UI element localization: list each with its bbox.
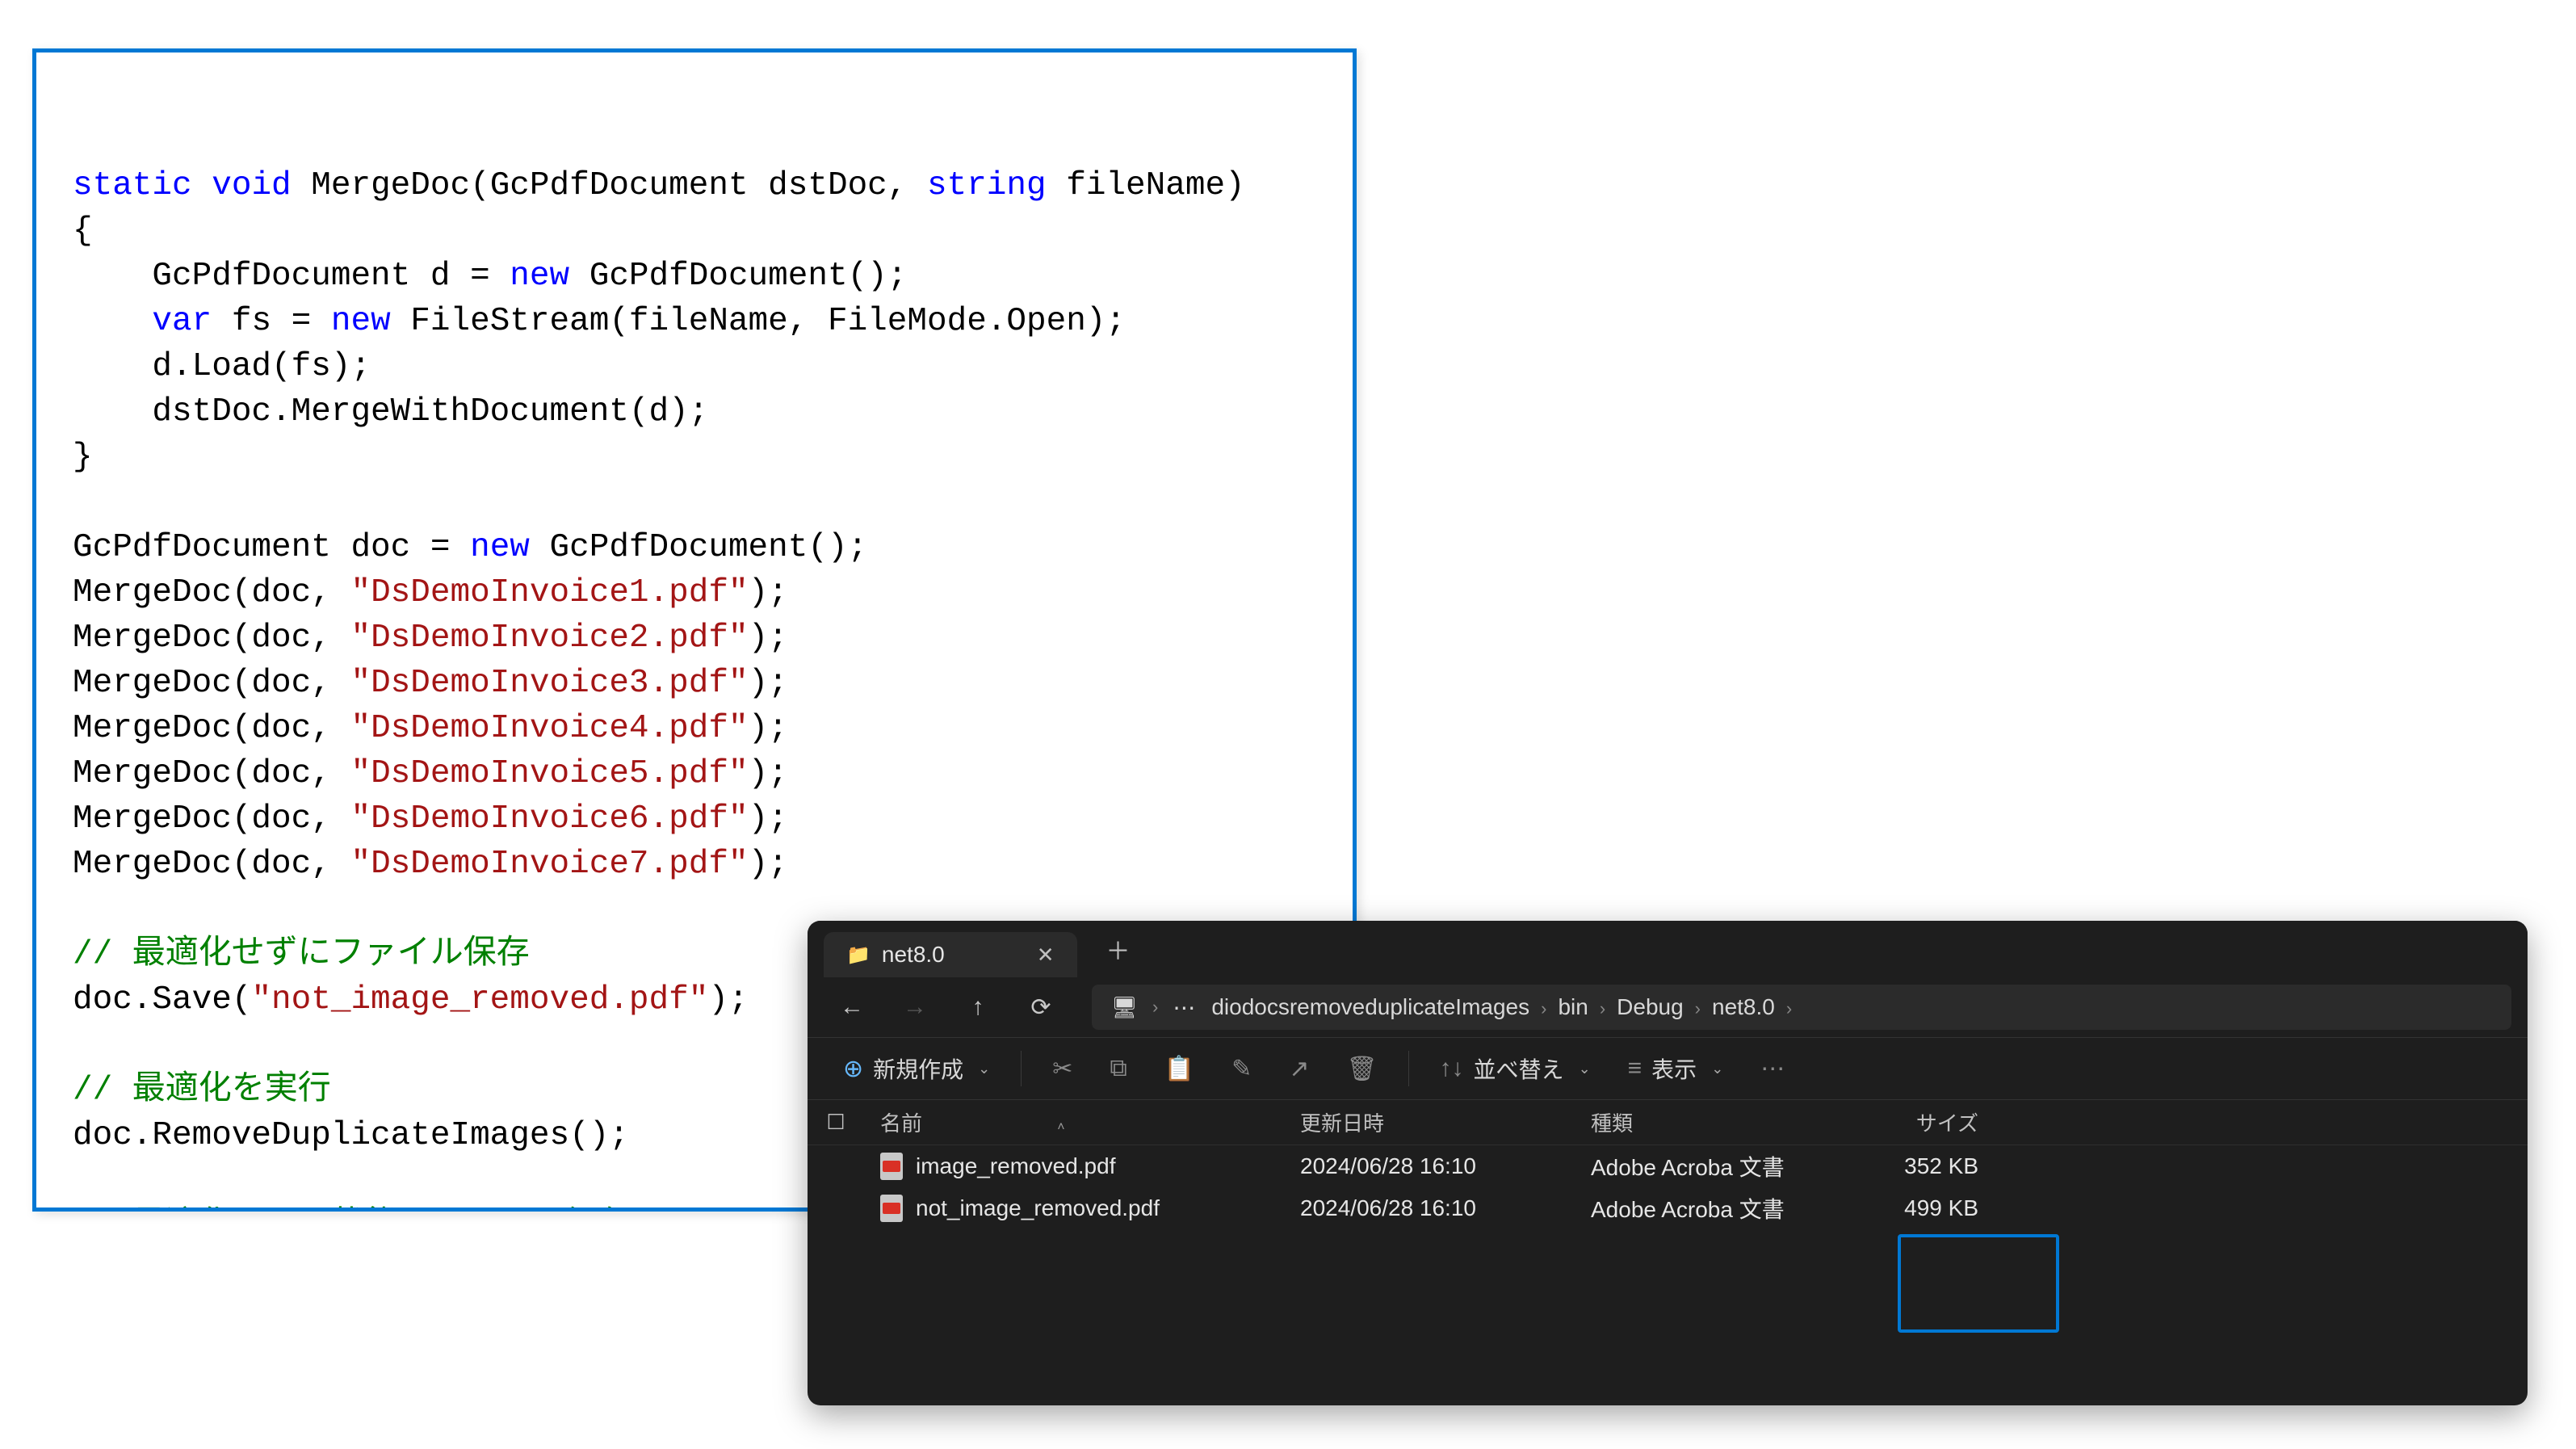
file-size: 352 KB: [1841, 1153, 1978, 1179]
file-list: image_removed.pdf 2024/06/28 16:10Adobe A…: [808, 1145, 2528, 1229]
sort-label: 並べ替え: [1474, 1052, 1564, 1085]
cut-icon: ✂: [1052, 1055, 1072, 1083]
pdf-file-icon: [880, 1153, 903, 1180]
column-date[interactable]: 更新日時: [1300, 1107, 1591, 1137]
tab-title: net8.0: [882, 942, 945, 968]
rename-button[interactable]: ✎: [1217, 1047, 1266, 1090]
pc-icon: 🖥: [1111, 995, 1138, 1020]
back-button[interactable]: ←: [824, 987, 880, 1027]
file-row[interactable]: not_image_removed.pdf 2024/06/28 16:10Ado…: [808, 1187, 2528, 1229]
new-label: 新規作成: [873, 1052, 963, 1085]
breadcrumb-segment[interactable]: diodocsremoveduplicateImages: [1205, 994, 1536, 1019]
more-button[interactable]: ⋯: [1746, 1047, 1799, 1090]
view-label: 表示: [1651, 1052, 1697, 1085]
close-tab-icon[interactable]: ✕: [1037, 943, 1055, 968]
breadcrumb-ellipsis[interactable]: ⋯: [1173, 994, 1195, 1021]
chevron-right-icon: ›: [1147, 997, 1163, 1018]
delete-button[interactable]: 🗑: [1332, 1047, 1391, 1090]
chevron-right-icon: ›: [1536, 998, 1551, 1018]
titlebar: 📁 net8.0 ✕ ＋: [808, 921, 2528, 977]
view-icon: ≡: [1628, 1055, 1643, 1082]
file-row[interactable]: image_removed.pdf 2024/06/28 16:10Adobe A…: [808, 1145, 2528, 1187]
new-tab-button[interactable]: ＋: [1106, 931, 1131, 967]
select-all-checkbox[interactable]: ☐: [808, 1110, 864, 1135]
folder-icon: 📁: [846, 943, 871, 967]
breadcrumb-bar[interactable]: 🖥 › ⋯ diodocsremoveduplicateImages›bin›D…: [1092, 985, 2511, 1030]
file-date: 2024/06/28 16:10: [1300, 1195, 1591, 1221]
chevron-right-icon: ›: [1781, 998, 1797, 1018]
sort-asc-icon: ˄: [1057, 1120, 1064, 1134]
size-highlight: [1898, 1234, 2059, 1333]
share-button[interactable]: ↗: [1274, 1047, 1324, 1090]
chevron-down-icon: ⌄: [978, 1060, 990, 1077]
file-name: image_removed.pdf: [916, 1153, 1115, 1179]
new-button[interactable]: ⊕ 新規作成 ⌄: [829, 1047, 1005, 1090]
view-button[interactable]: ≡ 表示 ⌄: [1613, 1047, 1739, 1090]
column-type[interactable]: 種類: [1591, 1107, 1841, 1137]
sort-button[interactable]: ↑↓ 並べ替え ⌄: [1425, 1047, 1605, 1090]
column-size[interactable]: サイズ: [1841, 1107, 1978, 1137]
tab-net8[interactable]: 📁 net8.0 ✕: [824, 932, 1077, 977]
chevron-down-icon: ⌄: [1579, 1060, 1591, 1077]
copy-button[interactable]: ⧉: [1095, 1047, 1141, 1090]
pdf-file-icon: [880, 1195, 903, 1222]
file-explorer-window: 📁 net8.0 ✕ ＋ ← → ↑ ⟳ 🖥 › ⋯ diodocsremove…: [808, 921, 2528, 1405]
breadcrumb-segment[interactable]: Debug: [1610, 994, 1690, 1019]
plus-circle-icon: ⊕: [843, 1055, 863, 1083]
copy-icon: ⧉: [1110, 1055, 1126, 1082]
column-name[interactable]: 名前 ˄: [864, 1107, 1300, 1137]
share-icon: ↗: [1289, 1055, 1309, 1083]
sort-icon: ↑↓: [1440, 1055, 1464, 1082]
chevron-right-icon: ›: [1595, 998, 1610, 1018]
file-date: 2024/06/28 16:10: [1300, 1153, 1591, 1179]
more-icon: ⋯: [1760, 1055, 1785, 1083]
breadcrumb-segment[interactable]: bin: [1551, 994, 1594, 1019]
forward-button[interactable]: →: [887, 987, 943, 1027]
chevron-down-icon: ⌄: [1711, 1060, 1723, 1077]
chevron-right-icon: ›: [1690, 998, 1705, 1018]
refresh-button[interactable]: ⟳: [1013, 987, 1069, 1027]
paste-button[interactable]: 📋: [1150, 1047, 1209, 1090]
trash-icon: 🗑: [1346, 1055, 1377, 1083]
file-type: Adobe Acroba 文書: [1591, 1150, 1841, 1182]
breadcrumb-segment[interactable]: net8.0: [1705, 994, 1781, 1019]
command-bar: ⊕ 新規作成 ⌄ ✂ ⧉ 📋 ✎ ↗ 🗑 ↑↓ 並べ替え ⌄ ≡ 表示 ⌄ ⋯: [808, 1037, 2528, 1100]
file-name: not_image_removed.pdf: [916, 1195, 1160, 1221]
cut-button[interactable]: ✂: [1038, 1047, 1087, 1090]
rename-icon: ✎: [1231, 1055, 1252, 1083]
up-button[interactable]: ↑: [950, 987, 1006, 1027]
column-header-row: ☐ 名前 ˄ 更新日時 種類 サイズ: [808, 1100, 2528, 1145]
file-type: Adobe Acroba 文書: [1591, 1192, 1841, 1224]
paste-icon: 📋: [1164, 1055, 1194, 1083]
navbar: ← → ↑ ⟳ 🖥 › ⋯ diodocsremoveduplicateImag…: [808, 977, 2528, 1037]
file-size: 499 KB: [1841, 1195, 1978, 1221]
